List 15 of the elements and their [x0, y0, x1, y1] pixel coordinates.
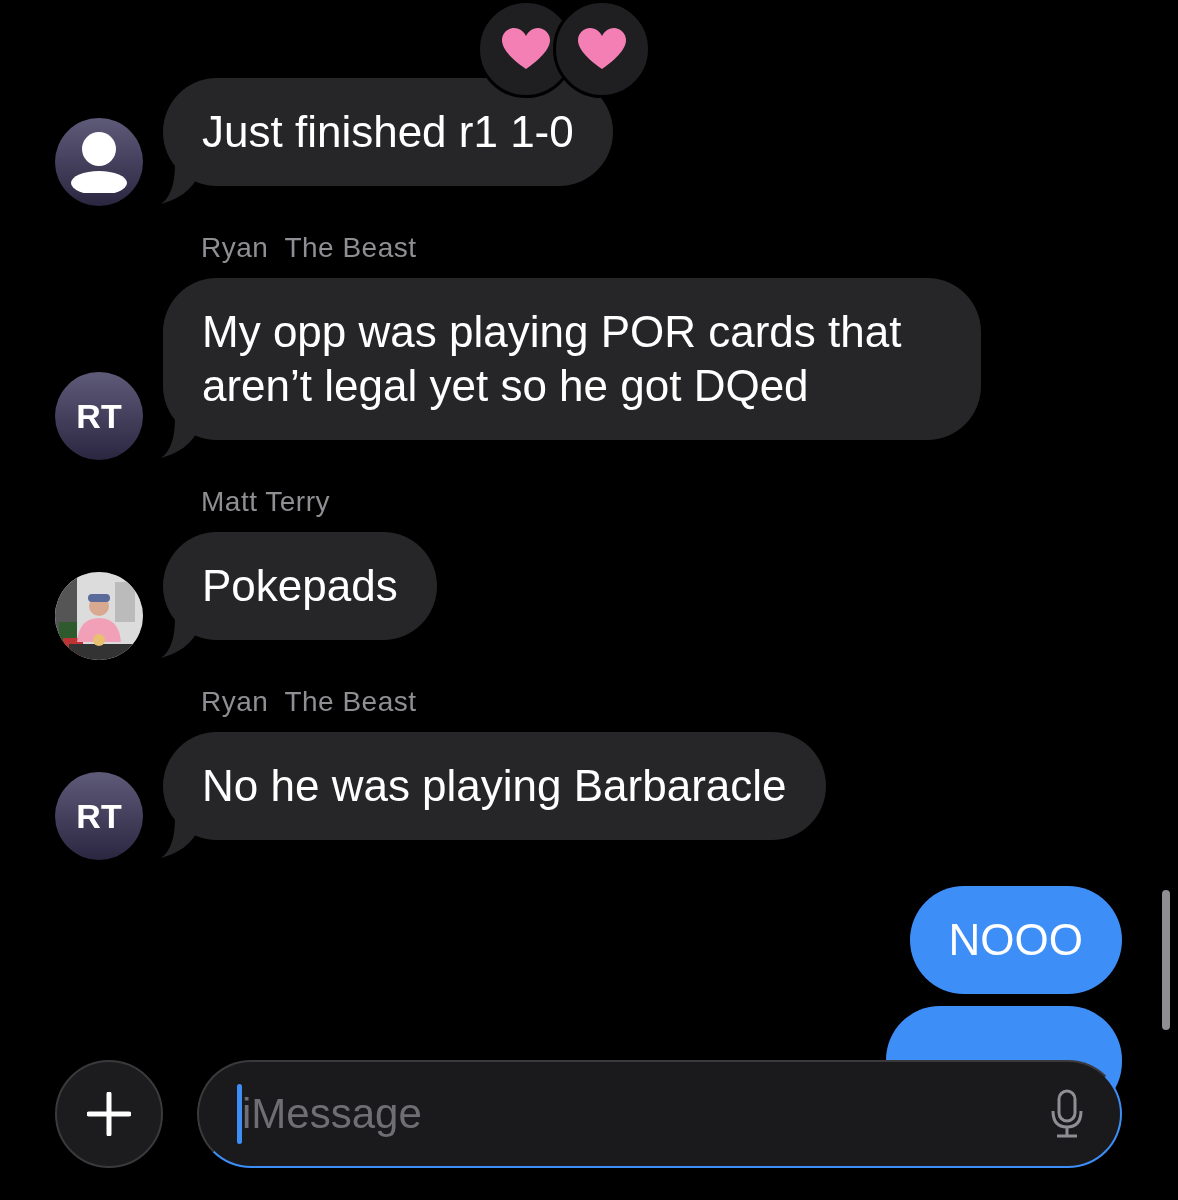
heart-icon [577, 28, 626, 70]
plus-icon [87, 1092, 131, 1136]
heart-icon [501, 28, 550, 70]
contact-avatar: RT [55, 372, 143, 460]
scrollbar[interactable] [1162, 890, 1170, 1030]
sender-name: Ryan The Beast [201, 686, 418, 718]
message-field[interactable]: iMessage [197, 1060, 1122, 1168]
message-bubble: NOOO [909, 886, 1122, 994]
text-cursor [237, 1084, 242, 1144]
sender-name: Matt Terry [201, 486, 331, 518]
sender-name: Ryan The Beast [201, 232, 418, 264]
contact-avatar: RT [55, 772, 143, 860]
microphone-icon [1050, 1089, 1084, 1139]
person-icon [69, 131, 129, 193]
message-input[interactable]: iMessage [242, 1090, 1050, 1138]
